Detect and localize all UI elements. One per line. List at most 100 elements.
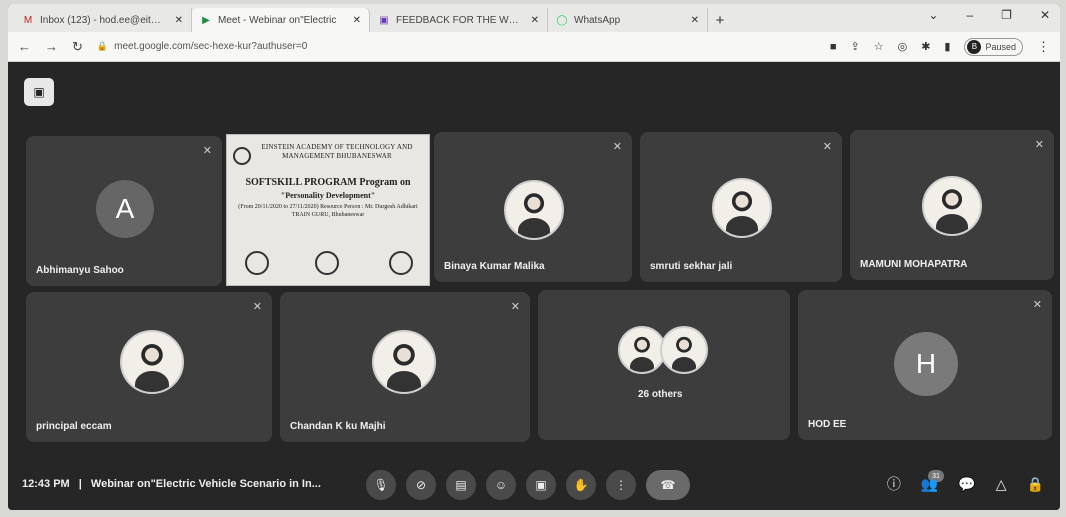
call-controls: 🎙 ⊘ ▤ ☺ ▣ ✋ ⋮ ☎ <box>366 470 690 500</box>
people-icon[interactable]: 👥 <box>921 476 938 493</box>
side-controls: ⓘ 👥 💬 △ 🔒 <box>887 474 1044 494</box>
avatar: B <box>967 39 982 54</box>
window-controls: ⌄ – ❐ ✕ <box>928 8 1050 22</box>
mic-off-icon[interactable]: 🎙 <box>366 470 396 500</box>
tab-label: Inbox (123) - hod.ee@eitm.in - <box>40 14 169 26</box>
camera-off-icon[interactable]: ⊘ <box>406 470 436 500</box>
participant-name: smruti sekhar jali <box>650 261 733 272</box>
close-window-icon[interactable]: ✕ <box>1040 8 1050 22</box>
participant-tile[interactable]: ✕ principal eccam <box>26 292 272 442</box>
lock-icon: 🔒 <box>96 41 109 51</box>
emoji-icon[interactable]: ☺ <box>486 470 516 500</box>
participant-tile[interactable]: ✕ MAMUNI MOHAPATRA <box>850 130 1054 280</box>
participant-tile[interactable]: ✕ A Abhimanyu Sahoo <box>26 136 222 286</box>
mic-off-icon: ✕ <box>822 141 832 153</box>
institute-logo-icon <box>233 147 251 165</box>
tab-label: Meet - Webinar on"Electric <box>218 14 337 26</box>
tab-gmail[interactable]: M Inbox (123) - hod.ee@eitm.in - ✕ <box>14 8 192 32</box>
participant-photo <box>372 330 436 394</box>
participant-name: Chandan K ku Majhi <box>290 421 386 432</box>
forms-icon: ▣ <box>379 14 389 26</box>
tab-label: FEEDBACK FOR THE WEBINAR - <box>396 14 525 26</box>
close-icon[interactable]: ✕ <box>175 15 183 26</box>
close-icon[interactable]: ✕ <box>691 15 699 26</box>
present-screen-icon[interactable]: ▣ <box>526 470 556 500</box>
avatar: H <box>894 332 958 396</box>
host-controls-lock-icon[interactable]: 🔒 <box>1027 476 1044 493</box>
forward-icon[interactable]: → <box>45 39 58 54</box>
mic-off-icon: ✕ <box>612 141 622 153</box>
presentation-tile[interactable]: EINSTEIN ACADEMY OF TECHNOLOGY AND MANAG… <box>226 134 430 286</box>
participant-tile[interactable]: ✕ Chandan K ku Majhi <box>280 292 530 442</box>
tab-label: WhatsApp <box>574 14 621 26</box>
tab-feedback[interactable]: ▣ FEEDBACK FOR THE WEBINAR - ✕ <box>370 8 548 32</box>
program-title: SOFTSKILL PROGRAM Program on <box>245 177 411 188</box>
participant-tile[interactable]: ✕ smruti sekhar jali <box>640 132 842 282</box>
maximize-icon[interactable]: ❐ <box>1001 8 1012 22</box>
profile-status: Paused <box>985 41 1016 52</box>
activities-icon[interactable]: △ <box>996 476 1007 493</box>
participant-name: Binaya Kumar Malika <box>444 261 545 272</box>
chevron-down-icon[interactable]: ⌄ <box>928 8 938 22</box>
minimize-icon[interactable]: – <box>966 8 973 22</box>
address-bar: ← → ↻ 🔒 meet.google.com/sec-hexe-kur?aut… <box>8 32 1060 62</box>
institute-name: EINSTEIN ACADEMY OF TECHNOLOGY AND MANAG… <box>261 143 413 160</box>
avatar-initial: A <box>115 193 135 224</box>
profile-button[interactable]: B Paused <box>964 37 1023 56</box>
chat-icon[interactable]: 💬 <box>958 476 975 493</box>
mic-off-icon: ✕ <box>1034 139 1044 151</box>
participant-tile[interactable]: ✕ Binaya Kumar Malika <box>434 132 632 282</box>
more-options-icon[interactable]: ⋮ <box>606 470 636 500</box>
participant-name: principal eccam <box>36 421 112 432</box>
mic-off-icon: ✕ <box>510 301 520 313</box>
separator: | <box>78 478 82 490</box>
sidepanel-icon[interactable]: ▮ <box>944 40 950 53</box>
participant-photo <box>120 330 184 394</box>
program-details: (From 20/11/2020 to 27/11/2020) Resource… <box>238 204 418 218</box>
raise-hand-icon[interactable]: ✋ <box>566 470 596 500</box>
camera-icon[interactable]: ■ <box>830 41 837 53</box>
avatar-initial: H <box>915 348 937 379</box>
participant-photo <box>504 180 564 240</box>
participant-photo <box>712 178 772 238</box>
participant-name: MAMUNI MOHAPATRA <box>860 259 968 270</box>
program-topic: "Personality Development" <box>280 191 376 200</box>
new-tab-button[interactable]: + <box>708 8 732 32</box>
participant-tile[interactable]: 26 others <box>538 290 790 440</box>
participant-name: HOD EE <box>808 419 847 430</box>
mic-off-icon: ✕ <box>1032 299 1042 311</box>
screen: M Inbox (123) - hod.ee@eitm.in - ✕ ▶ Mee… <box>8 4 1060 510</box>
extension-icons: ■ ⇪ ☆ ◎ ✱ ▮ B Paused ⋮ <box>830 37 1050 56</box>
browser-tab-strip: M Inbox (123) - hod.ee@eitm.in - ✕ ▶ Mee… <box>8 4 1060 32</box>
more-vert-icon[interactable]: ⋮ <box>1037 39 1050 55</box>
participant-tile[interactable]: ✕ H HOD EE <box>798 290 1052 440</box>
mic-off-icon: ✕ <box>202 145 212 157</box>
meeting-title: Webinar on"Electric Vehicle Scenario in … <box>90 478 321 490</box>
tab-whatsapp[interactable]: ◯ WhatsApp ✕ <box>548 8 708 32</box>
back-icon[interactable]: ← <box>18 39 31 54</box>
meeting-time: 12:43 PM <box>22 478 70 490</box>
participant-photo <box>922 176 982 236</box>
avatar: A <box>96 180 154 238</box>
share-icon[interactable]: ⇪ <box>850 40 859 53</box>
participant-name: Abhimanyu Sahoo <box>36 265 124 276</box>
close-icon[interactable]: ✕ <box>353 15 361 26</box>
extensions-puzzle-icon[interactable]: ✱ <box>921 40 930 53</box>
participant-photo <box>660 326 708 374</box>
partner-logo-icon <box>389 251 413 275</box>
others-count: 26 others <box>638 389 683 400</box>
captions-off-icon[interactable]: ▣ <box>24 78 54 106</box>
gmail-icon: M <box>23 14 33 26</box>
url-field[interactable]: 🔒 meet.google.com/sec-hexe-kur?authuser=… <box>97 41 816 52</box>
reload-icon[interactable]: ↻ <box>72 39 83 55</box>
close-icon[interactable]: ✕ <box>531 15 539 26</box>
captions-icon[interactable]: ▤ <box>446 470 476 500</box>
participant-photo <box>618 326 666 374</box>
bookmark-star-icon[interactable]: ☆ <box>874 40 884 53</box>
leave-call-button[interactable]: ☎ <box>646 470 690 500</box>
info-icon[interactable]: ⓘ <box>887 474 901 494</box>
extension-globe-icon[interactable]: ◎ <box>898 40 908 53</box>
emblem-logo-icon <box>315 251 339 275</box>
tab-meet[interactable]: ▶ Meet - Webinar on"Electric ✕ <box>192 8 370 32</box>
whatsapp-icon: ◯ <box>556 14 568 26</box>
